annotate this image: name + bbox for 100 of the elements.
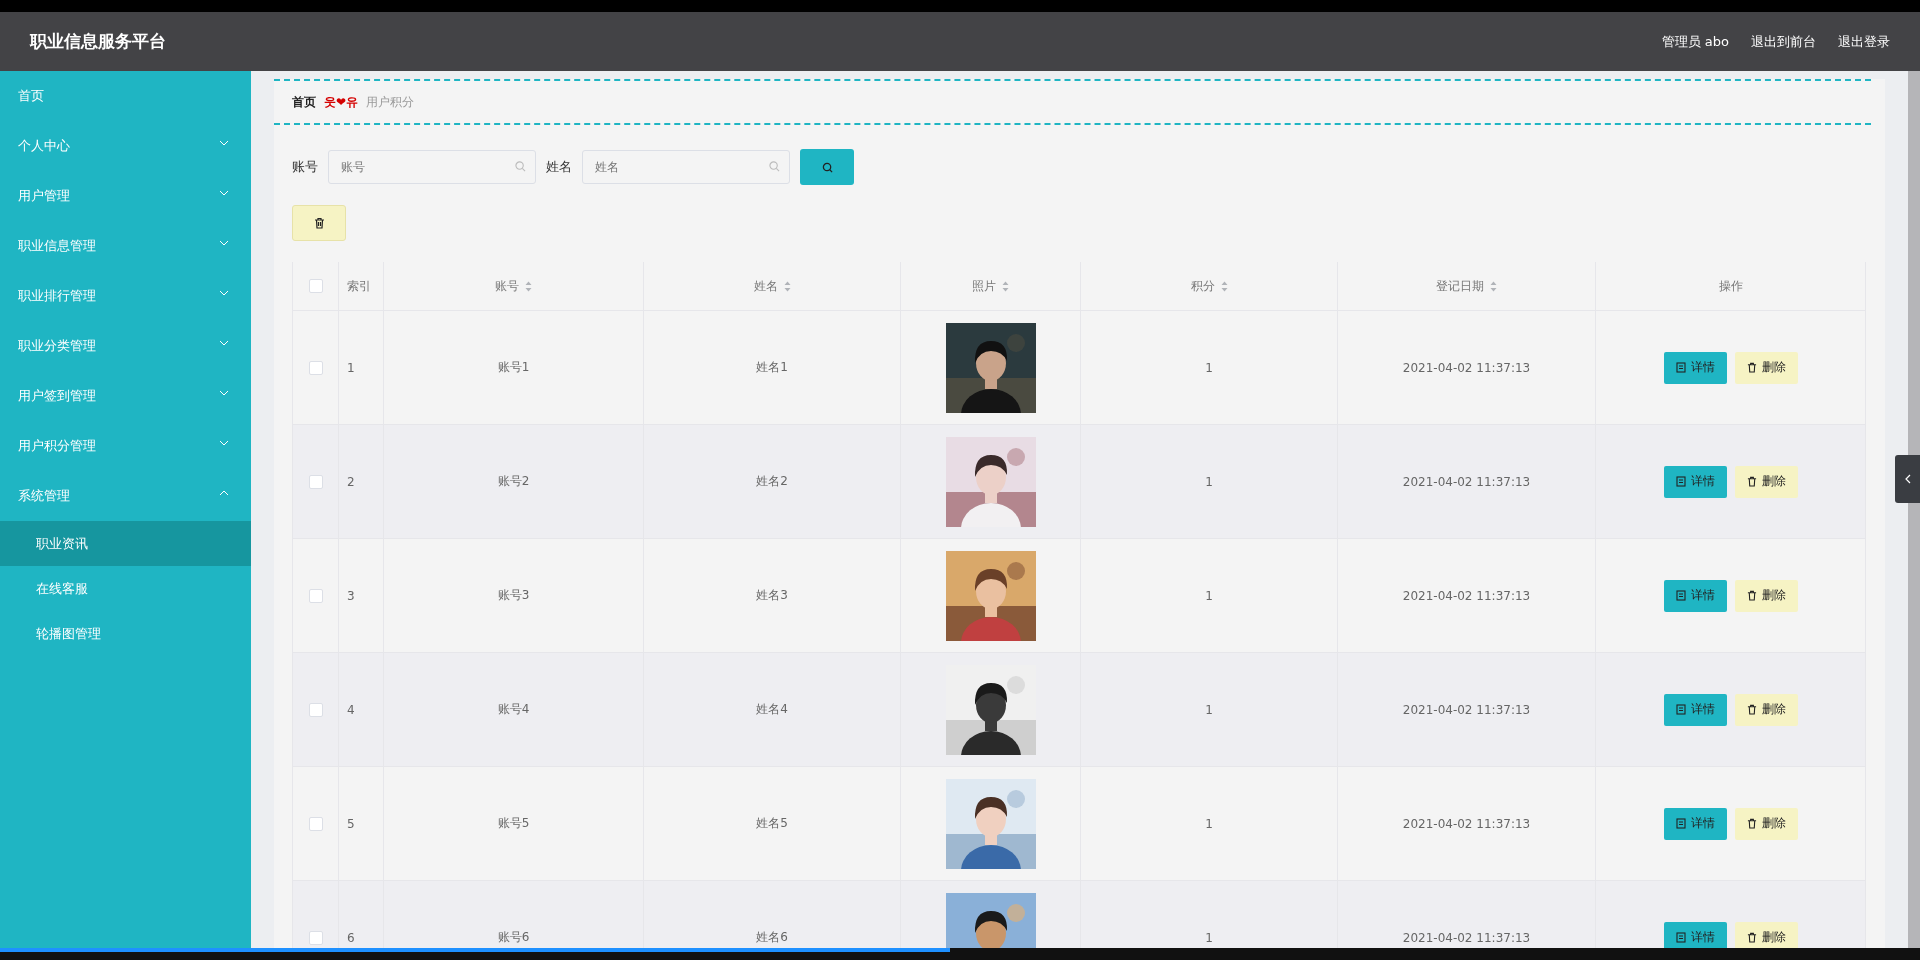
- table-cell: 2021-04-02 11:37:13: [1402, 588, 1531, 603]
- table-cell: 1: [1205, 816, 1213, 831]
- breadcrumb-separator: 웃❤유: [324, 93, 359, 111]
- row-checkbox[interactable]: [308, 702, 323, 717]
- table-cell: 2021-04-02 11:37:13: [1402, 474, 1531, 489]
- detail-button[interactable]: 详情: [1663, 693, 1727, 726]
- column-header[interactable]: 账号: [384, 262, 644, 310]
- admin-label: 管理员 abo: [1661, 32, 1729, 51]
- table-cell: 2021-04-02 11:37:13: [1402, 816, 1531, 831]
- sidebar-item[interactable]: 个人中心: [0, 121, 251, 171]
- search-icon: [821, 161, 833, 173]
- field-label: 账号: [292, 158, 318, 176]
- table-cell: 3: [347, 588, 355, 603]
- trash-icon: [1746, 818, 1757, 829]
- table-cell: 2: [347, 474, 355, 489]
- sidebar-item[interactable]: 职业分类管理: [0, 321, 251, 371]
- table-cell: 2021-04-02 11:37:13: [1402, 702, 1531, 717]
- video-progress-bar[interactable]: [0, 948, 1920, 960]
- sort-icon[interactable]: [525, 280, 532, 292]
- delete-button[interactable]: 删除: [1734, 579, 1798, 612]
- breadcrumb-current: 用户积分: [366, 93, 415, 111]
- sidebar-item[interactable]: 用户签到管理: [0, 371, 251, 421]
- field-label: 姓名: [546, 158, 572, 176]
- search-icon: [515, 161, 526, 172]
- row-checkbox[interactable]: [308, 474, 323, 489]
- sidebar-subitem[interactable]: 在线客服: [0, 566, 251, 611]
- table-cell: 1: [1205, 360, 1213, 375]
- table-cell: 2021-04-02 11:37:13: [1402, 930, 1531, 945]
- table-cell: 1: [1205, 702, 1213, 717]
- select-all-checkbox[interactable]: [308, 279, 323, 293]
- column-header[interactable]: 登记日期: [1338, 262, 1596, 310]
- table-cell: 5: [347, 816, 355, 831]
- sidebar-item[interactable]: 用户积分管理: [0, 421, 251, 471]
- document-icon: [1675, 818, 1686, 829]
- table-cell: 账号1: [497, 359, 530, 376]
- table-cell: 账号5: [497, 815, 530, 832]
- breadcrumb-link[interactable]: 首页: [292, 93, 316, 111]
- collapse-tab[interactable]: [1895, 455, 1920, 503]
- row-checkbox[interactable]: [308, 360, 323, 375]
- search-button[interactable]: [800, 149, 854, 185]
- sidebar-subitem[interactable]: 职业资讯: [0, 521, 251, 566]
- sidebar-item[interactable]: 职业信息管理: [0, 221, 251, 271]
- sidebar-item[interactable]: 系统管理: [0, 471, 251, 521]
- search-icon: [769, 161, 780, 172]
- document-icon: [1675, 932, 1686, 943]
- delete-button[interactable]: [292, 205, 346, 241]
- document-icon: [1675, 590, 1686, 601]
- table-cell: 2021-04-02 11:37:13: [1402, 360, 1531, 375]
- detail-button[interactable]: 详情: [1663, 579, 1727, 612]
- table-cell: 账号2: [497, 473, 530, 490]
- trash-icon: [1746, 476, 1757, 487]
- chevron-left-icon: [1904, 474, 1911, 484]
- detail-button[interactable]: 详情: [1663, 921, 1727, 948]
- delete-button[interactable]: 删除: [1734, 807, 1798, 840]
- row-checkbox[interactable]: [308, 588, 323, 603]
- table-cell: 姓名6: [756, 929, 788, 946]
- delete-button[interactable]: 删除: [1734, 351, 1798, 384]
- detail-button[interactable]: 详情: [1663, 807, 1727, 840]
- trash-icon: [1746, 932, 1757, 943]
- row-checkbox[interactable]: [308, 816, 323, 831]
- sidebar-item[interactable]: 首页: [0, 71, 251, 121]
- sidebar-subitem[interactable]: 轮播图管理: [0, 611, 251, 656]
- column-header[interactable]: 积分: [1081, 262, 1338, 310]
- search-field[interactable]: 姓名: [582, 150, 790, 184]
- trash-icon: [1746, 362, 1757, 373]
- table-cell: 1: [1205, 588, 1213, 603]
- detail-button[interactable]: 详情: [1663, 351, 1727, 384]
- trash-icon: [1746, 704, 1757, 715]
- column-header: 索引: [339, 262, 384, 310]
- table-cell: 账号3: [497, 587, 530, 604]
- document-icon: [1675, 476, 1686, 487]
- site-title: 职业信息服务平台: [30, 30, 166, 53]
- table-cell: 账号6: [497, 929, 530, 946]
- delete-button[interactable]: 删除: [1734, 465, 1798, 498]
- delete-button[interactable]: 删除: [1734, 693, 1798, 726]
- sort-icon[interactable]: [1490, 280, 1497, 292]
- sort-icon[interactable]: [783, 280, 791, 292]
- table-cell: 1: [1205, 474, 1213, 489]
- delete-button[interactable]: 删除: [1734, 921, 1798, 948]
- sort-icon[interactable]: [1002, 280, 1009, 292]
- trash-icon: [1746, 590, 1757, 601]
- detail-button[interactable]: 详情: [1663, 465, 1727, 498]
- document-icon: [1675, 362, 1686, 373]
- column-header[interactable]: 姓名: [644, 262, 901, 310]
- row-checkbox[interactable]: [308, 930, 323, 945]
- header-link[interactable]: 退出登录: [1838, 32, 1890, 51]
- table-cell: 姓名3: [756, 587, 788, 604]
- sidebar-item[interactable]: 用户管理: [0, 171, 251, 221]
- header-link[interactable]: 退出到前台: [1751, 32, 1816, 51]
- column-header[interactable]: 照片: [901, 262, 1081, 310]
- table-cell: 姓名2: [756, 473, 788, 490]
- search-field[interactable]: 账号: [328, 150, 536, 184]
- table-cell: 4: [347, 702, 355, 717]
- scrollbar[interactable]: [1908, 71, 1920, 948]
- sidebar-item[interactable]: 职业排行管理: [0, 271, 251, 321]
- sort-icon[interactable]: [1220, 280, 1228, 292]
- table-cell: 姓名1: [756, 359, 788, 376]
- column-header: 操作: [1596, 262, 1866, 310]
- document-icon: [1675, 704, 1686, 715]
- table-cell: 6: [347, 930, 355, 945]
